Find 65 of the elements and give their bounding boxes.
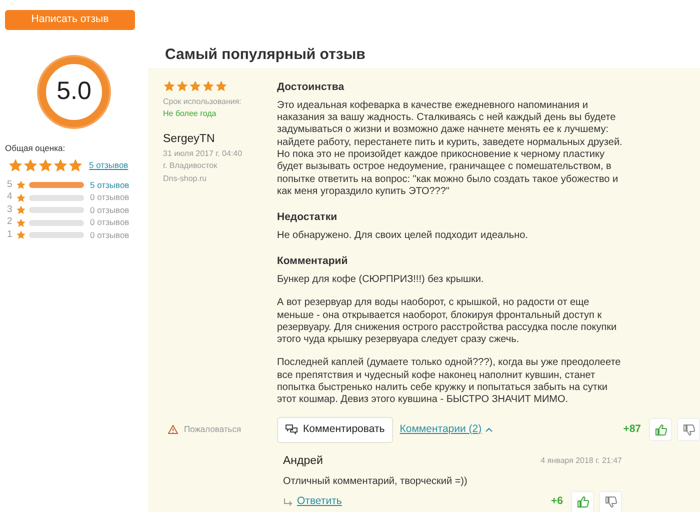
overall-rating-label: Общая оценка: — [5, 142, 66, 155]
section-title: Самый популярный отзыв — [164, 45, 366, 64]
review-source: Dns-shop.ru — [163, 172, 208, 185]
reviews-count: 0 отзывов — [90, 204, 130, 216]
review-paragraph: А вот резервуар для воды наоборот, с крышкой, но радости от еще меньше - она открывается наоборот, блокируя фронтальный доступ к резервуару. Для снижения острого расстройства рассудка после покупки этого чуда крышку резервуара следует сразу сжечь. — [277, 297, 618, 346]
star-icon — [163, 80, 176, 92]
chat-icon — [285, 424, 298, 436]
reply-arrow-icon — [283, 498, 293, 507]
star-icon — [68, 158, 83, 173]
review-author: SergeyTN — [163, 132, 216, 146]
like-button[interactable] — [649, 418, 672, 442]
review-paragraph: Последней каплей (думаете только одной???), когда вы уже преодолеете все препятствия и чудесный кофе наконец наполнит кувшин, станет попытка быстренько налить себе кружку и попытаться забыть на сутки этот кошмар. Девиз этого кувшина - БЫСТРО ЗНАЧИТ МИМО. — [277, 357, 622, 407]
reply-link[interactable]: Ответить — [297, 494, 342, 510]
grade-number: 1 — [7, 228, 14, 242]
comment-date: 4 января 2018 г. 21:47 — [540, 455, 622, 468]
report-link[interactable]: Пожаловаться — [184, 423, 254, 436]
rating-score: 5.0 — [56, 76, 92, 108]
comment-author: Андрей — [283, 454, 323, 469]
reviews-count: 0 отзывов — [90, 228, 130, 242]
grade-number: 5 — [7, 178, 14, 192]
section-heading: Комментарий — [277, 254, 349, 270]
usage-value: Не более года — [163, 108, 218, 120]
reviews-count: 0 отзывов — [90, 191, 130, 204]
thumbs-up-icon — [654, 424, 666, 436]
section-heading: Достоинства — [277, 80, 346, 95]
star-icon — [38, 158, 53, 173]
review-paragraph: Бункер для кофе (СЮРПРИЗ!!!) без крышки. — [277, 274, 485, 286]
star-icon — [8, 158, 23, 173]
star-icon — [16, 192, 26, 202]
star-icon — [16, 205, 26, 215]
review-paragraph: Это идеальная кофеварка в качестве ежедневного напоминания и наказания за вашу жадность. Сталкиваясь с ней каждый день вы будете задумываться о жизни и возможно даже начнете менять ее к лучшему: найдете работу, перестанете пить и курить, заведете нормальных друзей. Но пока это не произойдет каждое прикосновение к черному пластику будет вызывать острое недоумение, граничащее с помешательством, в попытке ответить на вопрос: "как можно было создать такое убожество и как меня угораздило купить ЭТО???" — [277, 100, 624, 198]
warning-icon — [168, 425, 178, 434]
star-icon — [215, 80, 228, 92]
star-icon — [53, 158, 68, 173]
vote-count: +87 — [623, 422, 641, 437]
star-icon — [16, 230, 26, 240]
like-button[interactable] — [571, 490, 594, 512]
reviews-count-link[interactable]: 5 отзывов — [90, 178, 130, 192]
grade-number: 2 — [7, 215, 14, 230]
dislike-button[interactable] — [599, 490, 622, 512]
comment-text: Отличный комментарий, творческий =)) — [283, 474, 468, 489]
thumbs-down-icon — [604, 496, 616, 508]
star-icon — [16, 180, 26, 190]
comments-toggle[interactable]: Комментарии (2) — [400, 422, 493, 438]
thumbs-up-icon — [576, 496, 588, 508]
star-icon — [202, 80, 214, 92]
star-icon — [189, 80, 202, 92]
comment-button[interactable]: Комментировать — [277, 416, 393, 443]
dislike-button[interactable] — [677, 418, 700, 442]
write-review-button[interactable]: Написать отзыв — [5, 10, 135, 30]
section-heading: Недостатки — [277, 210, 338, 226]
star-icon — [176, 80, 188, 92]
vote-count: +6 — [551, 494, 563, 510]
usage-label: Срок использования: — [163, 96, 242, 108]
grade-number: 4 — [7, 190, 14, 204]
grade-number: 3 — [7, 202, 14, 217]
review-paragraph: Не обнаружено. Для своих целей подходит идеально. — [277, 230, 529, 242]
star-icon — [23, 158, 38, 173]
star-icon — [16, 218, 26, 228]
caret-up-icon — [484, 426, 493, 433]
review-city: г. Владивосток — [163, 160, 218, 172]
reviews-count: 0 отзывов — [90, 216, 130, 229]
review-date: 31 июля 2017 г. 04:40 — [163, 148, 244, 160]
thumbs-down-icon — [682, 424, 694, 436]
reviews-count-link[interactable]: 5 отзывов — [89, 158, 128, 172]
